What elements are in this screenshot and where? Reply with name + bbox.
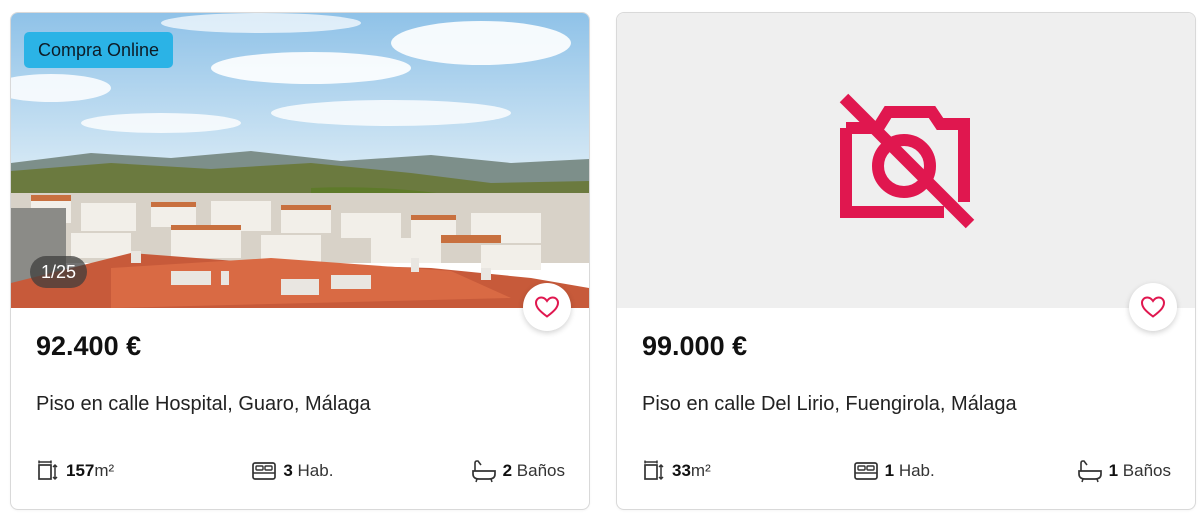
baths-feature: 1 Baños [1077, 459, 1171, 483]
rooms-value: 1 [884, 461, 895, 480]
listing-price: 99.000 € [642, 331, 748, 361]
rooms-value: 3 [283, 461, 293, 480]
area-icon [38, 460, 58, 481]
favorite-button[interactable] [523, 283, 571, 331]
no-photo-camera-icon [839, 93, 975, 229]
listing-photo[interactable] [617, 13, 1195, 308]
baths-feature: 2 Baños [471, 459, 565, 483]
bathtub-icon [471, 460, 496, 483]
photo-counter: 1/25 [30, 256, 88, 288]
baths-unit: Baños [1122, 461, 1171, 480]
area-value: 157 [66, 461, 95, 480]
area-icon [644, 460, 664, 481]
rooms-unit: Hab. [297, 461, 334, 480]
bed-icon [853, 462, 878, 480]
baths-value: 2 [502, 461, 513, 480]
area-unit: m² [94, 461, 115, 480]
rooms-unit: Hab. [898, 461, 935, 480]
listing-features: 157m² 3 Hab. 2 Baños [36, 457, 565, 485]
listing-title[interactable]: Piso en calle Del Lirio, Fuengirola, Mál… [642, 393, 1017, 416]
heart-icon [534, 296, 560, 318]
listing-price: 92.400 € [36, 331, 142, 361]
area-value: 33 [672, 461, 691, 480]
area-feature: 157m² [36, 459, 114, 483]
listing-card[interactable]: Compra Online 1/25 92.400 € Piso en call… [10, 12, 590, 510]
listing-card[interactable]: 99.000 € Piso en calle Del Lirio, Fuengi… [616, 12, 1196, 510]
heart-icon [1140, 296, 1166, 318]
listing-features: 33m² 1 Hab. 1 Baños [642, 457, 1171, 485]
listing-title[interactable]: Piso en calle Hospital, Guaro, Málaga [36, 393, 371, 416]
area-unit: m² [690, 461, 711, 480]
rooms-feature: 1 Hab. [853, 460, 935, 482]
area-feature: 33m² [642, 459, 711, 483]
listing-photo[interactable]: Compra Online 1/25 [11, 13, 589, 308]
baths-unit: Baños [516, 461, 565, 480]
rooms-feature: 3 Hab. [251, 460, 333, 482]
bed-icon [252, 462, 277, 480]
bathtub-icon [1077, 460, 1102, 483]
photo-placeholder [617, 13, 1195, 308]
online-purchase-badge: Compra Online [24, 32, 174, 68]
baths-value: 1 [1108, 461, 1119, 480]
favorite-button[interactable] [1129, 283, 1177, 331]
